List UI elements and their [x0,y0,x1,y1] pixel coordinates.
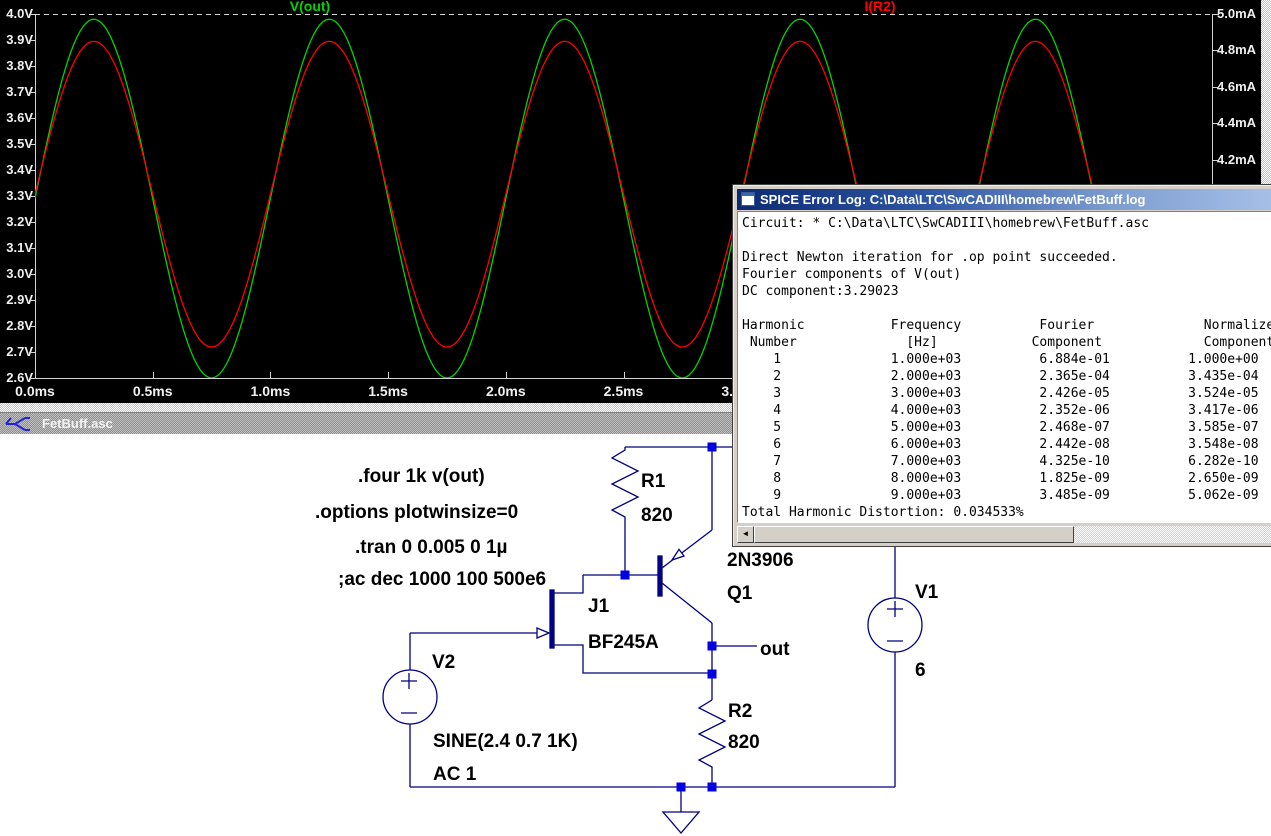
label-q1-name[interactable]: Q1 [727,583,753,604]
label-v2-ac[interactable]: AC 1 [433,764,477,785]
error-log-title: SPICE Error Log: C:\Data\LTC\SwCADIII\ho… [760,189,1145,210]
label-r2-value[interactable]: 820 [728,732,760,753]
net-label-out[interactable]: out [760,639,790,660]
y-axis-right-tick [1212,160,1219,161]
pnp-q1-bar[interactable] [658,556,662,596]
y-axis-right-tick [1212,87,1219,88]
label-v1-name[interactable]: V1 [915,582,939,603]
schematic-icon [4,414,36,433]
error-log-icon [741,192,755,206]
directive-four[interactable]: .four 1k v(out) [358,466,485,487]
directive-options[interactable]: .options plotwinsize=0 [315,502,518,523]
label-j1-name[interactable]: J1 [588,596,610,617]
y-axis-right-tick [1212,50,1219,51]
directive-tran[interactable]: .tran 0 0.005 0 1µ [355,537,507,558]
label-v2-name[interactable]: V2 [432,652,455,673]
pnp-q1[interactable] [662,447,712,700]
jfet-gate-arrow-icon [537,628,549,638]
error-log-hscrollbar[interactable]: ◄ [737,526,1271,543]
y-axis-right-tick [1212,14,1219,15]
label-r2-name[interactable]: R2 [728,701,752,722]
ltspice-desktop: { "plot": { "legends": [ {"label": "V(ou… [0,0,1271,836]
label-r1-name[interactable]: R1 [641,471,666,492]
x-axis-label: 0.0ms [3,383,67,399]
resistor-r1[interactable] [612,447,638,575]
resistor-r2[interactable] [699,700,725,787]
x-axis-label: 2.5ms [592,383,656,399]
x-axis-label: 1.0ms [238,383,302,399]
y-axis-right-label: 5.0mA [1217,6,1263,21]
y-axis-left-tick [29,378,36,379]
ground-symbol[interactable] [663,812,699,833]
label-v2-value[interactable]: SINE(2.4 0.7 1K) [433,731,578,752]
pnp-emitter-arrow-icon [672,549,684,560]
y-axis-right-label: 4.2mA [1217,152,1263,167]
x-axis-label: 2.0ms [474,383,538,399]
error-log-titlebar[interactable]: SPICE Error Log: C:\Data\LTC\SwCADIII\ho… [737,189,1271,210]
label-j1-model[interactable]: BF245A [588,632,659,653]
scrollbar-thumb[interactable] [754,526,1074,543]
label-q1-model[interactable]: 2N3906 [727,550,794,571]
y-axis-right-label: 4.6mA [1217,79,1263,94]
x-axis-label: 0.5ms [121,383,185,399]
x-axis-label: 1.5ms [356,383,420,399]
schematic-window-title: FetBuff.asc [42,413,113,434]
jfet-j1[interactable] [554,575,712,673]
y-axis-right-label: 4.4mA [1217,115,1263,130]
vsource-v2[interactable] [383,670,437,724]
jfet-j1-bar[interactable] [550,590,554,648]
error-log-text: Circuit: * C:\Data\LTC\SwCADIII\homebrew… [738,212,1271,521]
directive-ac[interactable]: ;ac dec 1000 100 500e6 [338,569,546,590]
legend-ir2[interactable]: I(R2) [845,0,915,13]
label-v1-value[interactable]: 6 [915,660,926,681]
scrollbar-left-arrow-icon[interactable]: ◄ [737,526,754,543]
y-axis-right-label: 4.8mA [1217,42,1263,57]
y-axis-right-tick [1212,123,1219,124]
error-log-window[interactable]: SPICE Error Log: C:\Data\LTC\SwCADIII\ho… [733,185,1271,546]
legend-vout[interactable]: V(out) [270,0,350,13]
label-r1-value[interactable]: 820 [641,505,673,526]
error-log-content[interactable]: Circuit: * C:\Data\LTC\SwCADIII\homebrew… [737,211,1271,523]
